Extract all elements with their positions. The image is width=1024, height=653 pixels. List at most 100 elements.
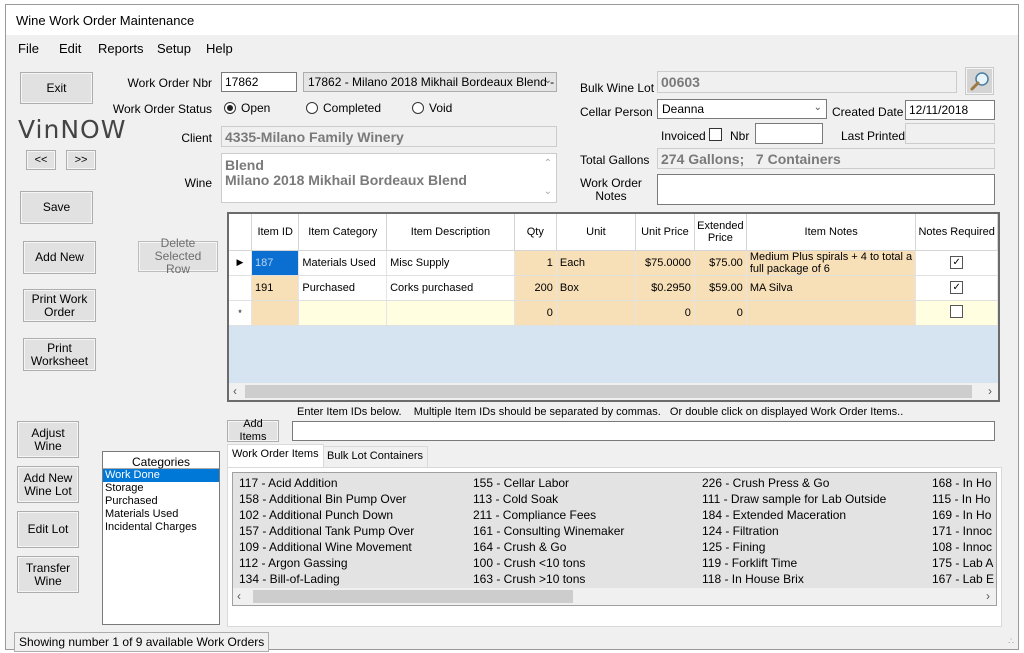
work-order-items-list[interactable]: 117 - Acid Addition 158 - Additional Bin… bbox=[232, 472, 997, 606]
cell-category[interactable] bbox=[298, 300, 388, 326]
row-selector[interactable]: * bbox=[229, 300, 252, 326]
list-item[interactable]: 158 - Additional Bin Pump Over bbox=[239, 491, 414, 507]
save-button[interactable]: Save bbox=[20, 191, 93, 224]
list-item[interactable]: 169 - In Ho bbox=[932, 507, 995, 523]
col-header-item-id[interactable]: Item ID bbox=[251, 214, 300, 251]
menu-setup[interactable]: Setup bbox=[157, 41, 191, 56]
list-item[interactable]: 112 - Argon Gassing bbox=[239, 555, 414, 571]
list-item[interactable]: 226 - Crush Press & Go bbox=[702, 475, 886, 491]
row-selector[interactable] bbox=[229, 275, 252, 301]
invoiced-checkbox[interactable] bbox=[709, 128, 722, 141]
cell-item-notes[interactable]: MA Silva bbox=[746, 275, 917, 301]
cell-item-id[interactable]: 191 bbox=[251, 275, 300, 301]
delete-selected-row-button[interactable]: Delete Selected Row bbox=[138, 237, 218, 276]
col-header-notes-required[interactable]: Notes Required bbox=[915, 214, 998, 251]
list-item[interactable]: 168 - In Ho bbox=[932, 475, 995, 491]
work-order-nbr-input[interactable]: 17862 bbox=[221, 72, 297, 92]
next-button[interactable]: >> bbox=[66, 150, 96, 170]
col-header-item-description[interactable]: Item Description bbox=[386, 214, 515, 251]
list-item[interactable]: 119 - Forklift Time bbox=[702, 555, 886, 571]
invoice-nbr-field[interactable] bbox=[755, 123, 823, 144]
scroll-left-icon[interactable]: ‹ bbox=[233, 384, 237, 398]
list-item[interactable]: 134 - Bill-of-Lading bbox=[239, 571, 414, 587]
list-item[interactable]: 108 - Innoc bbox=[932, 539, 995, 555]
list-item[interactable]: 115 - In Ho bbox=[932, 491, 995, 507]
cell-extended-price[interactable]: $75.00 bbox=[694, 250, 747, 276]
edit-lot-button[interactable]: Edit Lot bbox=[17, 511, 79, 548]
grid-new-row[interactable]: * 0 0 0 bbox=[229, 300, 998, 326]
print-worksheet-button[interactable]: Print Worksheet bbox=[23, 338, 96, 371]
cell-extended-price[interactable]: 0 bbox=[694, 300, 747, 326]
scroll-right-icon[interactable]: › bbox=[988, 384, 992, 398]
cell-description[interactable]: Misc Supply bbox=[386, 250, 515, 276]
checkbox-checked-icon[interactable]: ✓ bbox=[950, 281, 964, 294]
cell-category[interactable]: Purchased bbox=[298, 275, 388, 301]
print-work-order-button[interactable]: Print Work Order bbox=[23, 289, 96, 322]
category-item-purchased[interactable]: Purchased bbox=[103, 495, 219, 508]
adjust-wine-button[interactable]: Adjust Wine bbox=[17, 421, 79, 458]
resize-grip-icon[interactable]: ∴ bbox=[1008, 636, 1014, 647]
add-items-input[interactable] bbox=[292, 421, 995, 441]
list-item[interactable]: 163 - Crush >10 tons bbox=[473, 571, 624, 587]
list-item[interactable]: 171 - Innoc bbox=[932, 523, 995, 539]
cell-qty[interactable]: 0 bbox=[514, 300, 557, 326]
categories-listbox[interactable]: Categories Work Done Storage Purchased M… bbox=[102, 451, 220, 625]
list-item[interactable]: 155 - Cellar Labor bbox=[473, 475, 624, 491]
menu-edit[interactable]: Edit bbox=[59, 41, 81, 56]
list-item[interactable]: 111 - Draw sample for Lab Outside bbox=[702, 491, 886, 507]
work-order-select[interactable]: 17862 - Milano 2018 Mikhail Bordeaux Ble… bbox=[303, 72, 557, 92]
transfer-wine-button[interactable]: Transfer Wine bbox=[17, 556, 79, 593]
list-item[interactable]: 124 - Filtration bbox=[702, 523, 886, 539]
add-new-wine-lot-button[interactable]: Add New Wine Lot bbox=[17, 466, 79, 503]
col-header-item-category[interactable]: Item Category bbox=[298, 214, 388, 251]
work-order-notes-field[interactable] bbox=[657, 174, 995, 205]
cell-extended-price[interactable]: $59.00 bbox=[694, 275, 747, 301]
status-completed-radio[interactable]: Completed bbox=[306, 101, 381, 115]
category-item-work-done[interactable]: Work Done bbox=[103, 469, 219, 482]
checkbox-checked-icon[interactable]: ✓ bbox=[950, 256, 964, 269]
cell-notes-required[interactable]: ✓ bbox=[915, 275, 998, 301]
list-item[interactable]: 102 - Additional Punch Down bbox=[239, 507, 414, 523]
cell-unit-price[interactable]: $75.0000 bbox=[635, 250, 695, 276]
col-header-unit[interactable]: Unit bbox=[556, 214, 636, 251]
scroll-down-icon[interactable]: ⌄ bbox=[544, 184, 552, 199]
cell-category[interactable]: Materials Used bbox=[298, 250, 388, 276]
grid-row[interactable]: 191 Purchased Corks purchased 200 Box $0… bbox=[229, 275, 998, 301]
add-new-button[interactable]: Add New bbox=[23, 241, 96, 274]
cell-notes-required[interactable]: ✓ bbox=[915, 250, 998, 276]
tab-bulk-lot-containers[interactable]: Bulk Lot Containers bbox=[322, 446, 428, 467]
list-item[interactable]: 125 - Fining bbox=[702, 539, 886, 555]
list-item[interactable]: 157 - Additional Tank Pump Over bbox=[239, 523, 414, 539]
scrollbar-thumb[interactable] bbox=[245, 385, 972, 398]
list-item[interactable]: 118 - In House Brix bbox=[702, 571, 886, 587]
list-item[interactable]: 211 - Compliance Fees bbox=[473, 507, 624, 523]
cell-unit-price[interactable]: 0 bbox=[635, 300, 695, 326]
category-item-incidental-charges[interactable]: Incidental Charges bbox=[103, 521, 219, 534]
cell-notes-required[interactable] bbox=[915, 300, 998, 326]
previous-button[interactable]: << bbox=[26, 150, 56, 170]
col-header-qty[interactable]: Qty bbox=[514, 214, 557, 251]
cell-qty[interactable]: 200 bbox=[514, 275, 557, 301]
menu-reports[interactable]: Reports bbox=[98, 41, 144, 56]
list-item[interactable]: 113 - Cold Soak bbox=[473, 491, 624, 507]
lookup-button[interactable] bbox=[965, 67, 994, 95]
list-item[interactable]: 164 - Crush & Go bbox=[473, 539, 624, 555]
cell-unit[interactable]: Each bbox=[556, 250, 636, 276]
list-item[interactable]: 109 - Additional Wine Movement bbox=[239, 539, 414, 555]
list-item[interactable]: 184 - Extended Maceration bbox=[702, 507, 886, 523]
status-void-radio[interactable]: Void bbox=[412, 101, 452, 115]
add-items-button[interactable]: Add Items bbox=[227, 418, 279, 443]
grid-row[interactable]: ▶ 187 Materials Used Misc Supply 1 Each … bbox=[229, 250, 998, 276]
menu-file[interactable]: File bbox=[18, 41, 39, 56]
list-item[interactable]: 100 - Crush <10 tons bbox=[473, 555, 624, 571]
row-selector[interactable]: ▶ bbox=[229, 250, 252, 276]
col-header-unit-price[interactable]: Unit Price bbox=[635, 214, 695, 251]
tab-work-order-items[interactable]: Work Order Items bbox=[227, 444, 324, 467]
scrollbar-thumb[interactable] bbox=[253, 590, 573, 603]
cellar-person-select[interactable]: Deanna ⌄ bbox=[657, 99, 827, 119]
scroll-right-icon[interactable]: › bbox=[986, 589, 990, 603]
col-header-extended-price[interactable]: Extended Price bbox=[694, 214, 747, 251]
menu-help[interactable]: Help bbox=[206, 41, 233, 56]
cell-description[interactable]: Corks purchased bbox=[386, 275, 515, 301]
cell-item-notes[interactable]: Medium Plus spirals + 4 to total a full … bbox=[746, 250, 917, 276]
